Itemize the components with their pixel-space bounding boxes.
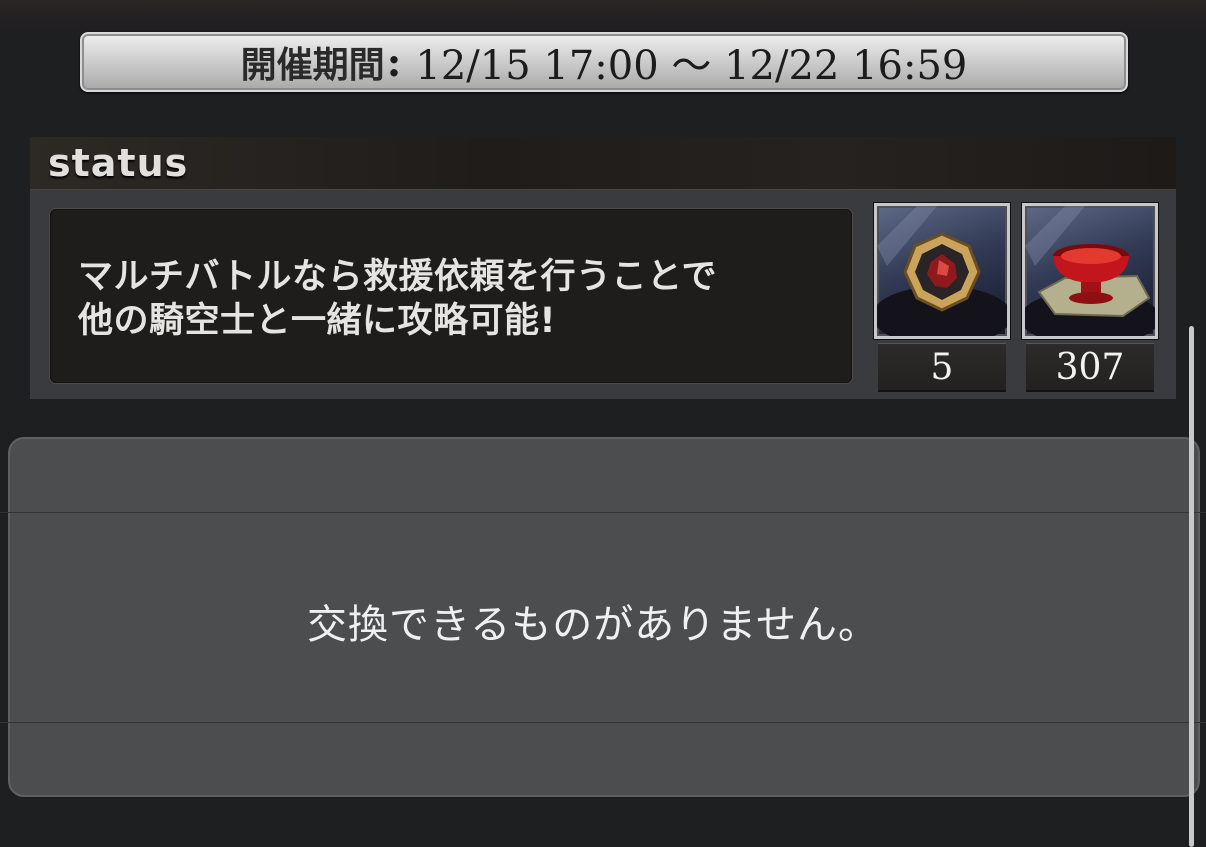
item-count: 307: [1026, 343, 1154, 392]
status-panel: status マルチバトルなら救援依頼を行うことで 他の騎空士と一緒に攻略可能!…: [30, 137, 1176, 399]
status-message: マルチバトルなら救援依頼を行うことで 他の騎空士と一緒に攻略可能!: [78, 255, 838, 343]
gem-medal-icon: [877, 206, 1007, 336]
item-slot-2[interactable]: 307: [1022, 203, 1158, 392]
list-divider: [0, 512, 1206, 513]
status-message-line-1: マルチバトルなら救援依頼を行うことで: [78, 257, 718, 297]
item-count: 5: [878, 343, 1006, 392]
red-cup-icon: [1025, 206, 1155, 336]
status-header: status: [30, 137, 1176, 190]
event-period-banner: 開催期間:12/15 17:00 〜 12/22 16:59: [80, 32, 1128, 92]
item-frame: [874, 203, 1010, 339]
period-range: 12/15 17:00 〜 12/22 16:59: [415, 43, 968, 89]
list-divider: [0, 722, 1206, 723]
period-label: 開催期間: [240, 45, 385, 86]
status-message-line-2: 他の騎空士と一緒に攻略可能!: [78, 301, 556, 341]
top-background: [0, 0, 1206, 30]
item-slot-1[interactable]: 5: [874, 203, 1010, 392]
scrollbar[interactable]: [1189, 326, 1194, 847]
status-title: status: [48, 141, 189, 185]
empty-exchange-message: 交換できるものがありません。: [307, 602, 879, 648]
item-frame: [1022, 203, 1158, 339]
status-message-box: マルチバトルなら救援依頼を行うことで 他の騎空士と一緒に攻略可能!: [50, 209, 852, 383]
period-separator: :: [386, 38, 402, 86]
